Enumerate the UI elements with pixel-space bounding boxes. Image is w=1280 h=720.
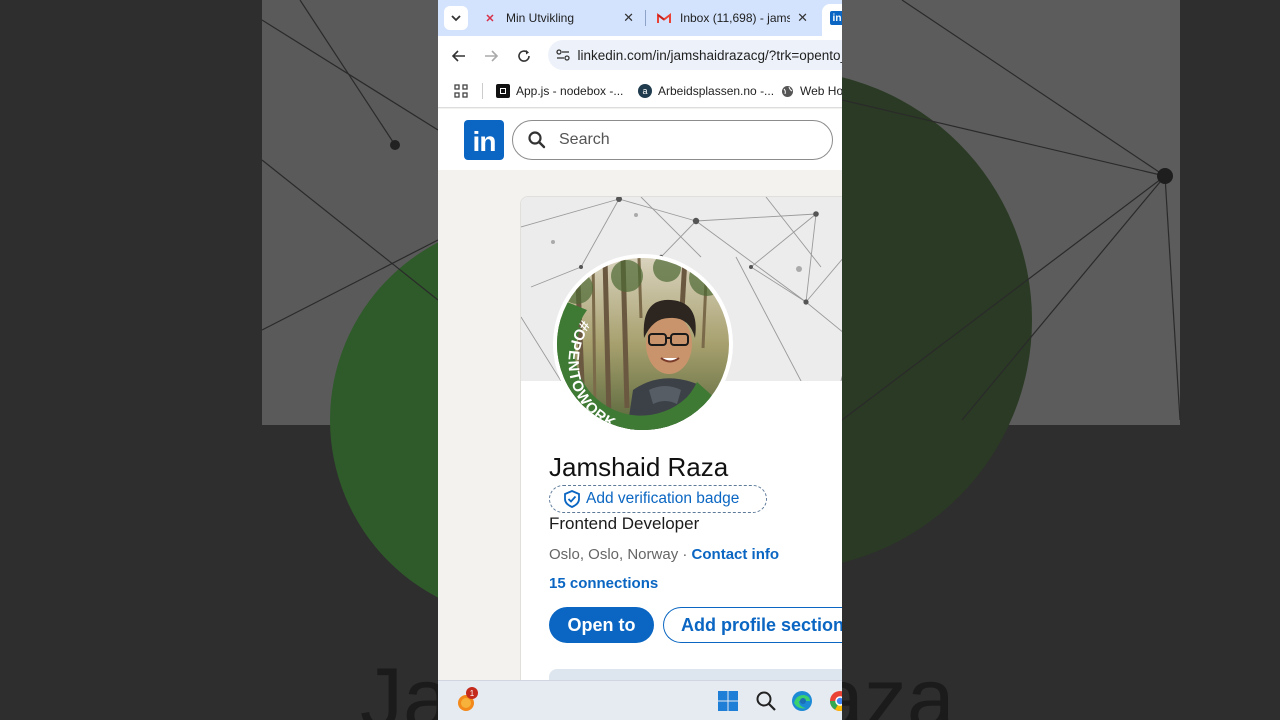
background-name-text-right: Jamshaid Raza xyxy=(842,651,955,720)
tab-title: Inbox (11,698) - jamsh xyxy=(680,11,790,25)
windows-start-icon[interactable] xyxy=(716,689,740,713)
search-icon xyxy=(528,131,546,149)
apps-grid-icon[interactable] xyxy=(454,83,468,99)
avatar[interactable]: #OPENTOWORK xyxy=(553,254,733,434)
linkedin-logo-text: in xyxy=(472,126,497,157)
bookmark-web-hosting[interactable]: Web Hos xyxy=(780,83,842,99)
connections-link[interactable]: 15 connections xyxy=(549,575,658,592)
forward-arrow-icon[interactable] xyxy=(480,45,502,67)
bookmark-arbeidsplassen[interactable]: a Arbeidsplassen.no -... xyxy=(638,83,774,99)
shield-check-icon xyxy=(564,490,580,508)
background-network-pattern xyxy=(261,0,438,598)
site-settings-icon[interactable] xyxy=(548,49,577,61)
tab-divider xyxy=(645,10,646,26)
location-row: Oslo, Oslo, Norway · Contact info xyxy=(549,546,779,563)
nodebox-icon xyxy=(496,84,510,98)
bookmark-divider xyxy=(482,83,483,99)
verify-label: Add verification badge xyxy=(586,490,740,507)
bookmarks-bar: App.js - nodebox -... a Arbeidsplassen.n… xyxy=(438,74,842,108)
bookmark-nodebox[interactable]: App.js - nodebox -... xyxy=(496,83,623,99)
browser-toolbar: linkedin.com/in/jamshaidrazacg/?trk=open… xyxy=(438,36,842,74)
chrome-browser-icon[interactable] xyxy=(828,689,842,713)
windows-taskbar: 1 xyxy=(438,680,842,720)
tab-linkedin-active[interactable]: in xyxy=(822,4,842,36)
address-bar[interactable]: linkedin.com/in/jamshaidrazacg/?trk=open… xyxy=(548,40,842,70)
profile-card: #OPENTOWORK Jamshaid Raza Add verificati… xyxy=(520,196,842,696)
add-profile-section-button[interactable]: Add profile section xyxy=(663,607,842,643)
background-left: Jamshaid Raza xyxy=(0,0,438,720)
search-input[interactable]: Search xyxy=(512,120,833,160)
separator-dot: · xyxy=(678,546,692,563)
edge-browser-icon[interactable] xyxy=(790,689,814,713)
notification-badge: 1 xyxy=(466,687,478,699)
bookmark-label: Web Hos xyxy=(800,84,842,98)
background-right: Jamshaid Raza xyxy=(842,0,1280,720)
profile-photo: #OPENTOWORK xyxy=(557,258,729,430)
tab-min-utvikling[interactable]: ✕ Min Utvikling ✕ xyxy=(482,4,634,32)
close-tab-icon[interactable]: ✕ xyxy=(623,10,634,26)
chevron-down-icon xyxy=(451,15,461,22)
bookmark-label: App.js - nodebox -... xyxy=(516,84,624,98)
butterfly-icon: ✕ xyxy=(485,12,495,25)
contact-info-link[interactable]: Contact info xyxy=(692,546,780,563)
back-arrow-icon[interactable] xyxy=(448,45,470,67)
browser-window: ✕ Min Utvikling ✕ Inbox (11,698) - jamsh… xyxy=(438,0,842,720)
open-to-button[interactable]: Open to xyxy=(549,607,654,643)
search-placeholder: Search xyxy=(559,131,610,148)
linkedin-favicon-icon: in xyxy=(830,11,842,25)
bookmark-label: Arbeidsplassen.no -... xyxy=(658,84,775,98)
globe-icon xyxy=(780,84,794,98)
reload-icon[interactable] xyxy=(513,45,535,67)
tab-inbox[interactable]: Inbox (11,698) - jamsh ✕ xyxy=(656,4,808,32)
gmail-icon xyxy=(656,10,672,26)
linkedin-header: in Search xyxy=(438,109,842,170)
tab-title: Min Utvikling xyxy=(506,11,575,25)
background-name-text: Jamshaid Raza xyxy=(360,651,438,720)
profile-name: Jamshaid Raza xyxy=(549,452,729,482)
close-tab-icon[interactable]: ✕ xyxy=(797,10,808,26)
taskbar-search-icon[interactable] xyxy=(754,689,778,713)
tab-strip: ✕ Min Utvikling ✕ Inbox (11,698) - jamsh… xyxy=(438,0,842,36)
profile-location: Oslo, Oslo, Norway xyxy=(549,546,679,563)
profile-headline: Frontend Developer xyxy=(549,514,700,533)
url-text: linkedin.com/in/jamshaidrazacg/?trk=open… xyxy=(577,47,842,63)
add-verification-badge-button[interactable]: Add verification badge xyxy=(549,485,767,513)
tab-search-button[interactable] xyxy=(444,6,468,30)
linkedin-logo[interactable]: in xyxy=(464,120,504,160)
background-network-pattern-right xyxy=(842,0,1181,563)
arbeidsplassen-icon: a xyxy=(638,84,652,98)
